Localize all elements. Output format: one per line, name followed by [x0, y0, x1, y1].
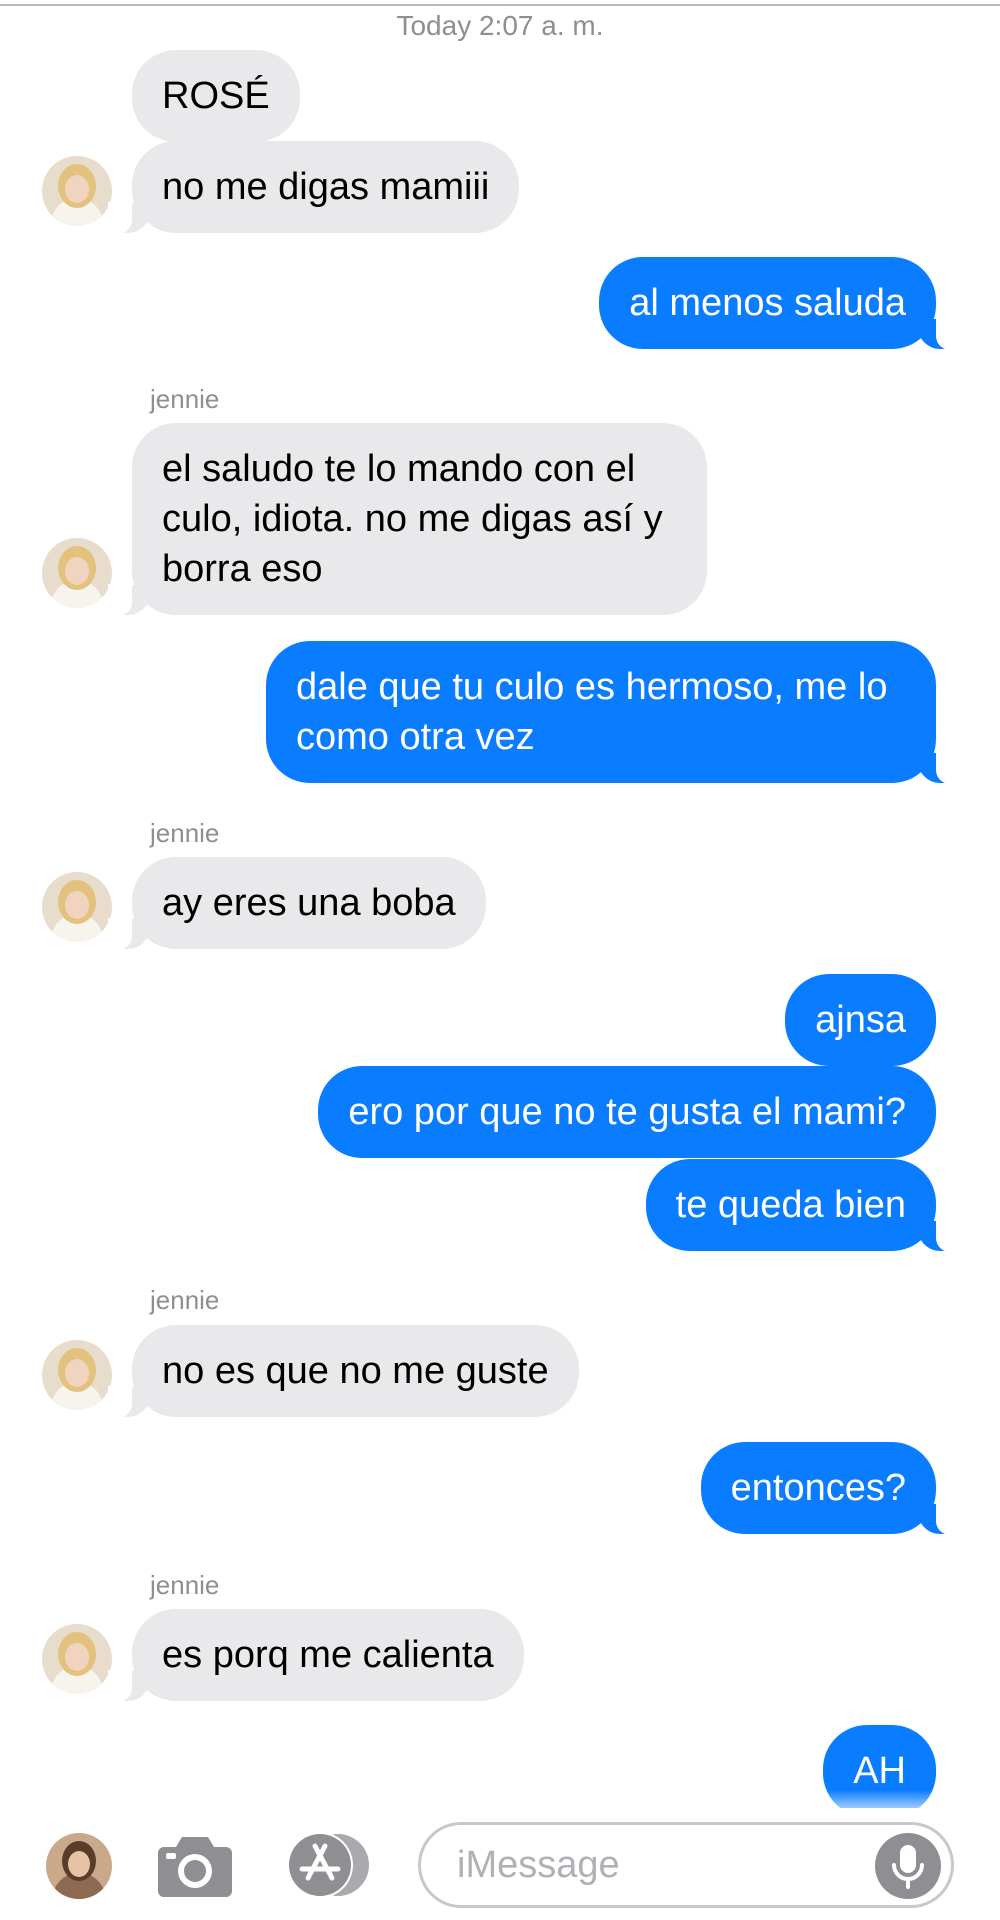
message-bubble-sent[interactable]: al menos saluda: [599, 257, 960, 350]
contact-avatar[interactable]: [42, 1624, 112, 1694]
camera-icon: [156, 1837, 234, 1903]
app-store-icon: [284, 1832, 380, 1902]
message-bubble-sent[interactable]: entonces?: [700, 1442, 961, 1535]
message-bubble-received[interactable]: ay eres una boba: [108, 857, 486, 950]
conversation-timestamp: Today 2:07 a. m.: [396, 10, 604, 41]
microphone-icon: [875, 1833, 941, 1899]
sender-name: jennie: [150, 384, 220, 414]
user-avatar[interactable]: [46, 1833, 112, 1899]
contact-avatar[interactable]: [42, 538, 112, 608]
message-input[interactable]: [457, 1839, 837, 1891]
message-bubble-received[interactable]: ROSÉ: [132, 50, 300, 142]
contact-avatar[interactable]: [42, 156, 112, 226]
message-bubble-received[interactable]: el saludo te lo mando con el culo, idiot…: [108, 423, 707, 616]
message-bubble-received[interactable]: no me digas mamiii: [107, 141, 520, 234]
message-bubble-sent[interactable]: dale que tu culo es hermoso, me lo como …: [266, 641, 960, 784]
camera-button[interactable]: [156, 1833, 234, 1899]
message-bubble-received[interactable]: es porq me calienta: [108, 1609, 524, 1702]
app-store-button[interactable]: [284, 1832, 380, 1898]
message-input-container[interactable]: [418, 1822, 954, 1908]
compose-bar: [0, 1808, 1000, 1920]
message-bubble-received[interactable]: no es que no me guste: [108, 1325, 579, 1418]
message-bubble-sent[interactable]: ajnsa: [785, 974, 936, 1066]
sender-name: jennie: [150, 1285, 220, 1315]
message-bubble-sent[interactable]: te queda bien: [645, 1159, 961, 1252]
top-divider: [0, 4, 1000, 6]
dictation-button[interactable]: [875, 1833, 941, 1899]
sender-name: jennie: [150, 818, 220, 848]
sender-name: jennie: [150, 1570, 220, 1600]
contact-avatar[interactable]: [42, 872, 112, 942]
message-bubble-sent[interactable]: ero por que no te gusta el mami?: [318, 1066, 936, 1158]
messages-screen: Today 2:07 a. m. ROSÉ no me digas mamiii…: [0, 0, 1000, 1920]
contact-avatar[interactable]: [42, 1340, 112, 1410]
